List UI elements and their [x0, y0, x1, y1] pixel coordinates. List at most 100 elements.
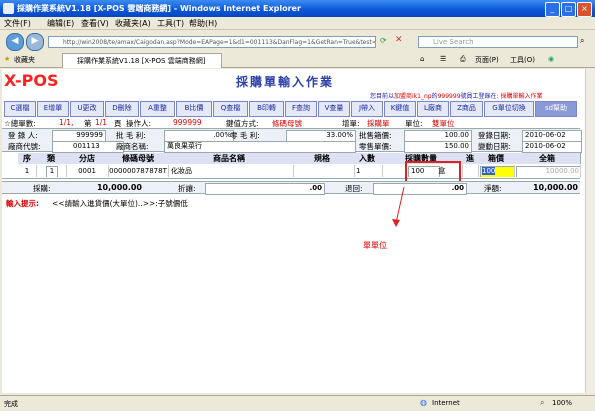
- total-orders-value: 1/1,: [59, 118, 74, 127]
- window-title: 採購作業系統V1.18 [X-POS 雲端商務網] - Windows Inte…: [17, 4, 301, 13]
- menu-help[interactable]: 帮助(H): [189, 18, 217, 29]
- maximize-button[interactable]: □: [561, 2, 576, 17]
- net-amount-label: 淨額:: [484, 184, 502, 193]
- stop-icon[interactable]: ✕: [395, 35, 403, 45]
- browser-tab[interactable]: 採購作業系統V1.18 [X-POS 雲端商務網]: [62, 53, 222, 68]
- print-icon[interactable]: ⎙: [460, 55, 466, 64]
- btn-select-file[interactable]: C選檔: [4, 101, 36, 117]
- change-date-label: 變動日期:: [478, 142, 511, 151]
- forward-arrow-icon[interactable]: ▶: [26, 33, 44, 51]
- vertical-scrollbar[interactable]: [585, 69, 595, 393]
- cell-qty-in: 1: [354, 165, 383, 177]
- window-title-bar: 採購作業系統V1.18 [X-POS 雲端商務網] - Windows Inte…: [0, 0, 595, 17]
- col-header-barcode: 條碼母號: [108, 153, 169, 164]
- return-label: 退回:: [345, 184, 363, 193]
- tab-title: 採購作業系統V1.18 [X-POS 雲端商務網]: [77, 57, 206, 65]
- menu-bar: 文件(F) 编辑(E) 查看(V) 收藏夹(A) 工具(T) 帮助(H): [0, 17, 595, 30]
- cell-branch: 0001: [66, 165, 109, 177]
- refresh-icon[interactable]: ⟳: [380, 36, 387, 45]
- operator-value: 999999: [173, 118, 202, 127]
- ie-app-icon: [3, 3, 14, 14]
- discount-label: 折讓:: [178, 184, 196, 193]
- xpos-logo: X-POS: [4, 71, 59, 90]
- net-amount-value: 10,000.00: [532, 183, 578, 192]
- search-icon[interactable]: ⌕: [580, 36, 584, 46]
- box-price-field[interactable]: 100: [480, 166, 514, 177]
- col-header-product-name: 商品名稱: [168, 153, 291, 164]
- cell-full-box: 10000.00: [514, 165, 581, 177]
- btn-help[interactable]: sd幫助: [535, 101, 577, 117]
- btn-compare-price[interactable]: B比價: [176, 101, 212, 117]
- btn-bring-in[interactable]: J帶入: [351, 101, 383, 117]
- col-header-type: 類: [36, 153, 67, 164]
- col-header-spec: 規格: [290, 153, 355, 164]
- annotation-highlight-box: [405, 161, 461, 183]
- favorites-label[interactable]: 收藏夹: [14, 55, 35, 65]
- btn-search[interactable]: F查詢: [285, 101, 317, 117]
- col-header-full-box: 全箱: [514, 153, 581, 164]
- zoom-icon: ⌕: [540, 398, 545, 407]
- menu-edit[interactable]: 编辑(E): [47, 18, 74, 29]
- register-date-label: 登錄日期:: [478, 131, 511, 140]
- back-arrow-icon[interactable]: ◀: [6, 33, 24, 51]
- purchase-total-value: 10,000.00: [96, 183, 142, 192]
- btn-unit-switch[interactable]: G單位切換: [484, 101, 534, 117]
- cell-product-name: 化妝品: [168, 165, 294, 177]
- page-title: 採購單輸入作業: [236, 75, 335, 89]
- home-icon[interactable]: ⌂: [420, 55, 424, 63]
- cell-spec: [290, 165, 355, 177]
- feeds-icon[interactable]: ☰: [440, 55, 446, 63]
- cell-seq: 1: [18, 165, 37, 177]
- col-header-box-price: 箱價: [478, 153, 515, 164]
- page-value: 1/1: [95, 118, 108, 127]
- zoom-level[interactable]: 100%: [552, 399, 572, 407]
- input-hint-label: 輸入提示:: [6, 199, 39, 208]
- minimize-button[interactable]: _: [545, 2, 560, 17]
- wholesale-box-price-label: 批售箱價:: [359, 131, 392, 140]
- table-bottom-border: [2, 178, 580, 179]
- search-input[interactable]: Live Search: [418, 36, 578, 48]
- btn-product[interactable]: Z商品: [450, 101, 483, 117]
- retail-price-field[interactable]: 150.00: [404, 141, 472, 153]
- status-text: 完成: [4, 400, 18, 408]
- input-hint-text: <<請輸入進貨價(大單位)..>>:子號價低: [52, 199, 188, 208]
- btn-add-order[interactable]: E增單: [37, 101, 69, 117]
- cell-in: [462, 165, 479, 177]
- btn-delete[interactable]: D刪除: [105, 101, 139, 117]
- discount-field[interactable]: .00: [205, 183, 325, 195]
- help-circle-icon[interactable]: ◉: [548, 55, 554, 63]
- btn-print[interactable]: B印轉: [249, 101, 284, 117]
- btn-vendor[interactable]: L廠商: [417, 101, 449, 117]
- cell-box-price: 100: [478, 165, 515, 177]
- btn-modify[interactable]: U更改: [70, 101, 104, 117]
- favorites-star-icon[interactable]: ★: [4, 55, 10, 63]
- btn-key-value[interactable]: K鍵值: [384, 101, 416, 117]
- vendor-code-label: 廠商代號:: [8, 142, 41, 151]
- annotation-arrow-icon: [392, 186, 405, 227]
- vendor-code-field[interactable]: 001113: [52, 141, 124, 153]
- change-date-field[interactable]: 2010-06-02: [522, 141, 582, 153]
- cell-barcode: 000000787878T: [108, 165, 169, 177]
- page-menu[interactable]: 页面(P): [475, 55, 499, 65]
- menu-tools[interactable]: 工具(T): [157, 18, 184, 29]
- btn-check-qty[interactable]: V查量: [318, 101, 350, 117]
- menu-favorites[interactable]: 收藏夹(A): [115, 18, 151, 29]
- vendor-name-field[interactable]: 萬良果菜行: [164, 141, 356, 153]
- col-header-seq: 序: [18, 153, 37, 164]
- return-field[interactable]: .00: [373, 183, 467, 195]
- entry-person-label: 登 錄 人:: [8, 131, 38, 140]
- wholesale-margin-label: 批 毛 利:: [116, 131, 146, 140]
- purchase-total-label: 採購:: [33, 184, 51, 193]
- address-input[interactable]: http://win2008/te/amax/Caigodan.asp?Mode…: [48, 36, 376, 48]
- type-field[interactable]: 1: [46, 166, 58, 177]
- menu-file[interactable]: 文件(F): [4, 18, 31, 29]
- btn-query-file[interactable]: Q查檔: [213, 101, 248, 117]
- close-button[interactable]: ×: [577, 2, 592, 17]
- tools-menu[interactable]: 工具(O): [510, 55, 535, 65]
- zero-margin-label: 零 毛 利:: [230, 131, 260, 140]
- btn-refresh[interactable]: A重整: [140, 101, 175, 117]
- col-header-qty-in: 入數: [354, 153, 381, 164]
- security-zone[interactable]: Internet: [432, 399, 460, 407]
- full-box-field[interactable]: 10000.00: [516, 166, 580, 177]
- menu-view[interactable]: 查看(V): [81, 18, 109, 29]
